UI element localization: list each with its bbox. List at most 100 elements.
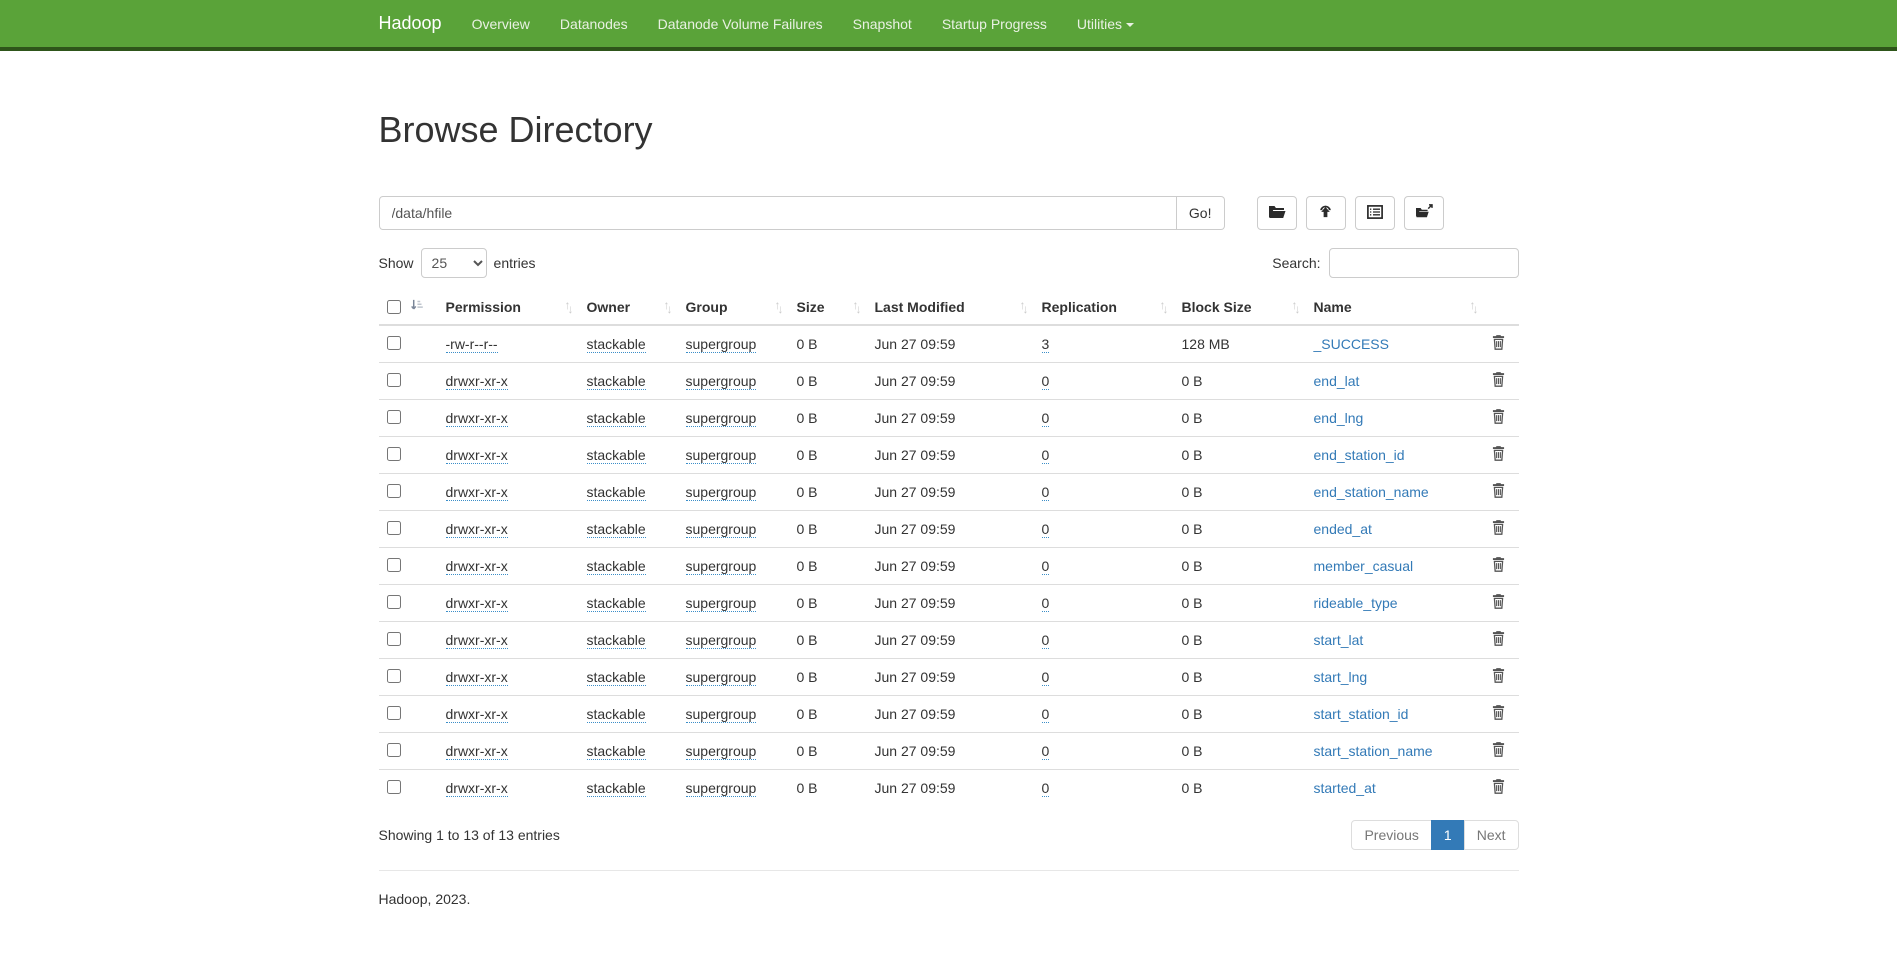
next-button[interactable]: Next (1464, 820, 1519, 850)
pagination-next[interactable]: Next (1465, 820, 1519, 850)
row-checkbox[interactable] (387, 336, 401, 350)
permission-value[interactable]: drwxr-xr-x (446, 373, 508, 390)
page-size-select[interactable]: 25 (421, 248, 487, 278)
pagination-previous[interactable]: Previous (1351, 820, 1431, 850)
row-checkbox[interactable] (387, 669, 401, 683)
replication-value[interactable]: 0 (1042, 743, 1050, 760)
list-view-button[interactable] (1355, 196, 1395, 230)
row-checkbox[interactable] (387, 558, 401, 572)
file-link[interactable]: member_casual (1314, 558, 1414, 574)
permission-value[interactable]: drwxr-xr-x (446, 595, 508, 612)
group-value[interactable]: supergroup (686, 743, 757, 760)
permission-value[interactable]: drwxr-xr-x (446, 521, 508, 538)
file-link[interactable]: end_lat (1314, 373, 1360, 389)
group-value[interactable]: supergroup (686, 410, 757, 427)
row-checkbox[interactable] (387, 410, 401, 424)
owner-value[interactable]: stackable (587, 484, 646, 501)
trash-icon[interactable] (1492, 668, 1505, 686)
owner-value[interactable]: stackable (587, 669, 646, 686)
file-link[interactable]: start_station_id (1314, 706, 1409, 722)
move-folder-button[interactable] (1404, 196, 1444, 230)
nav-item-utilities[interactable]: Utilities (1062, 1, 1149, 47)
permission-value[interactable]: drwxr-xr-x (446, 632, 508, 649)
permission-value[interactable]: drwxr-xr-x (446, 558, 508, 575)
row-checkbox[interactable] (387, 743, 401, 757)
group-value[interactable]: supergroup (686, 780, 757, 797)
header-owner[interactable]: Owner↑↓ (579, 290, 678, 325)
header-size[interactable]: Size↑↓ (789, 290, 867, 325)
trash-icon[interactable] (1492, 705, 1505, 723)
file-link[interactable]: rideable_type (1314, 595, 1398, 611)
permission-value[interactable]: drwxr-xr-x (446, 447, 508, 464)
header-last-modified[interactable]: Last Modified↑↓ (867, 290, 1034, 325)
permission-value[interactable]: drwxr-xr-x (446, 706, 508, 723)
replication-value[interactable]: 0 (1042, 484, 1050, 501)
owner-value[interactable]: stackable (587, 521, 646, 538)
trash-icon[interactable] (1492, 335, 1505, 353)
go-button[interactable]: Go! (1177, 196, 1225, 230)
nav-item-snapshot[interactable]: Snapshot (838, 1, 927, 47)
trash-icon[interactable] (1492, 409, 1505, 427)
nav-item-overview[interactable]: Overview (457, 1, 545, 47)
permission-value[interactable]: drwxr-xr-x (446, 484, 508, 501)
row-checkbox[interactable] (387, 447, 401, 461)
owner-value[interactable]: stackable (587, 743, 646, 760)
owner-value[interactable]: stackable (587, 447, 646, 464)
replication-value[interactable]: 0 (1042, 410, 1050, 427)
row-checkbox[interactable] (387, 632, 401, 646)
permission-value[interactable]: drwxr-xr-x (446, 743, 508, 760)
file-link[interactable]: start_lat (1314, 632, 1364, 648)
file-link[interactable]: start_lng (1314, 669, 1368, 685)
trash-icon[interactable] (1492, 594, 1505, 612)
page-1-button[interactable]: 1 (1431, 820, 1465, 850)
nav-item-datanodes[interactable]: Datanodes (545, 1, 643, 47)
nav-item-datanode-volume-failures[interactable]: Datanode Volume Failures (643, 1, 838, 47)
file-link[interactable]: ended_at (1314, 521, 1372, 537)
header-replication[interactable]: Replication↑↓ (1034, 290, 1174, 325)
replication-value[interactable]: 3 (1042, 336, 1050, 353)
owner-value[interactable]: stackable (587, 780, 646, 797)
group-value[interactable]: supergroup (686, 558, 757, 575)
owner-value[interactable]: stackable (587, 336, 646, 353)
owner-value[interactable]: stackable (587, 410, 646, 427)
header-name[interactable]: Name↑↓ (1306, 290, 1484, 325)
select-all-checkbox[interactable] (387, 300, 401, 314)
nav-link-startup-progress[interactable]: Startup Progress (927, 1, 1062, 47)
row-checkbox[interactable] (387, 706, 401, 720)
row-checkbox[interactable] (387, 780, 401, 794)
permission-value[interactable]: drwxr-xr-x (446, 780, 508, 797)
trash-icon[interactable] (1492, 631, 1505, 649)
owner-value[interactable]: stackable (587, 632, 646, 649)
directory-path-input[interactable] (379, 196, 1177, 230)
group-value[interactable]: supergroup (686, 447, 757, 464)
nav-item-startup-progress[interactable]: Startup Progress (927, 1, 1062, 47)
search-input[interactable] (1329, 248, 1519, 278)
permission-value[interactable]: drwxr-xr-x (446, 669, 508, 686)
trash-icon[interactable] (1492, 483, 1505, 501)
owner-value[interactable]: stackable (587, 706, 646, 723)
group-value[interactable]: supergroup (686, 336, 757, 353)
replication-value[interactable]: 0 (1042, 373, 1050, 390)
row-checkbox[interactable] (387, 521, 401, 535)
trash-icon[interactable] (1492, 779, 1505, 797)
replication-value[interactable]: 0 (1042, 632, 1050, 649)
header-block-size[interactable]: Block Size↑↓ (1174, 290, 1306, 325)
group-value[interactable]: supergroup (686, 484, 757, 501)
file-link[interactable]: started_at (1314, 780, 1376, 796)
trash-icon[interactable] (1492, 520, 1505, 538)
file-link[interactable]: _SUCCESS (1314, 336, 1389, 352)
create-directory-button[interactable] (1257, 196, 1297, 230)
owner-value[interactable]: stackable (587, 595, 646, 612)
replication-value[interactable]: 0 (1042, 447, 1050, 464)
file-link[interactable]: end_lng (1314, 410, 1364, 426)
nav-link-datanode-volume-failures[interactable]: Datanode Volume Failures (643, 1, 838, 47)
file-link[interactable]: end_station_name (1314, 484, 1429, 500)
file-link[interactable]: start_station_name (1314, 743, 1433, 759)
header-permission[interactable]: Permission↑↓ (438, 290, 579, 325)
select-all-header[interactable] (379, 290, 438, 325)
group-value[interactable]: supergroup (686, 595, 757, 612)
brand-hadoop[interactable]: Hadoop (379, 13, 457, 34)
header-group[interactable]: Group↑↓ (678, 290, 789, 325)
nav-link-utilities[interactable]: Utilities (1062, 1, 1149, 47)
replication-value[interactable]: 0 (1042, 521, 1050, 538)
